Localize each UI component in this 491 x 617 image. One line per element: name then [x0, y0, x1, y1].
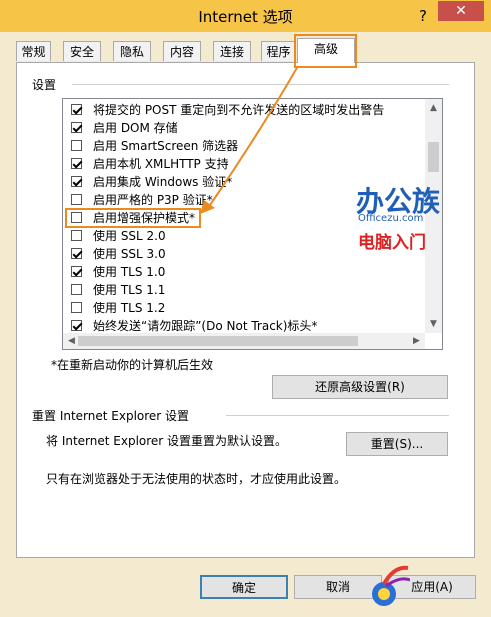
checkbox[interactable]: [71, 266, 82, 277]
list-item-label: 使用 SSL 3.0: [93, 247, 166, 261]
tab-highlight-box: [294, 34, 357, 68]
settings-group-label: 设置: [32, 76, 61, 93]
checkbox[interactable]: [71, 176, 82, 187]
scroll-down-icon[interactable]: ▼: [425, 316, 442, 333]
scroll-right-icon[interactable]: ▶: [408, 333, 425, 350]
tab-content[interactable]: 内容: [163, 41, 201, 61]
tab-strip: 常规 安全 隐私 内容 连接 程序 高级: [16, 38, 476, 63]
restart-note: *在重新启动你的计算机后生效: [51, 358, 214, 372]
checkbox[interactable]: [71, 230, 82, 241]
close-button[interactable]: ✕: [438, 1, 484, 21]
vertical-scroll-thumb[interactable]: [428, 142, 439, 172]
tab-general[interactable]: 常规: [16, 41, 51, 61]
list-item-label: 使用 TLS 1.1: [93, 283, 166, 297]
reset-group-divider: [226, 415, 449, 416]
scroll-up-icon[interactable]: ▲: [425, 100, 442, 117]
tab-privacy[interactable]: 隐私: [113, 41, 151, 61]
checkbox[interactable]: [71, 248, 82, 259]
list-item-label: 启用 DOM 存储: [93, 121, 178, 135]
watermark-tagline: 电脑入门: [358, 233, 426, 253]
checkbox[interactable]: [71, 122, 82, 133]
site-logo-icon: [372, 565, 410, 606]
watermark-url: Officezu.com: [358, 213, 424, 224]
checkbox[interactable]: [71, 104, 82, 115]
checkbox[interactable]: [71, 284, 82, 295]
horizontal-scroll-thumb[interactable]: [78, 336, 358, 346]
help-button[interactable]: ?: [413, 6, 433, 26]
tab-security[interactable]: 安全: [63, 41, 101, 61]
tab-connections[interactable]: 连接: [213, 41, 251, 61]
checkbox[interactable]: [71, 158, 82, 169]
ok-button[interactable]: 确定: [200, 575, 288, 599]
tab-programs[interactable]: 程序: [261, 41, 296, 61]
checkbox[interactable]: [71, 194, 82, 205]
annotation-arrow-icon: [200, 65, 299, 214]
reset-group-label: 重置 Internet Explorer 设置: [32, 407, 194, 424]
checkbox[interactable]: [71, 302, 82, 313]
checkbox[interactable]: [71, 140, 82, 151]
reset-button[interactable]: 重置(S)...: [346, 432, 448, 456]
checkbox[interactable]: [71, 320, 82, 331]
list-item-label: 使用 SSL 2.0: [93, 229, 166, 243]
list-item-label: 使用 TLS 1.2: [93, 301, 166, 315]
list-item-label: 使用 TLS 1.0: [93, 265, 166, 279]
restore-advanced-settings-button[interactable]: 还原高级设置(R): [272, 375, 448, 399]
reset-description: 将 Internet Explorer 设置重置为默认设置。: [46, 434, 288, 448]
reset-warning: 只有在浏览器处于无法使用的状态时，才应使用此设置。: [46, 472, 347, 486]
enhanced-mode-highlight-box: [65, 208, 201, 228]
